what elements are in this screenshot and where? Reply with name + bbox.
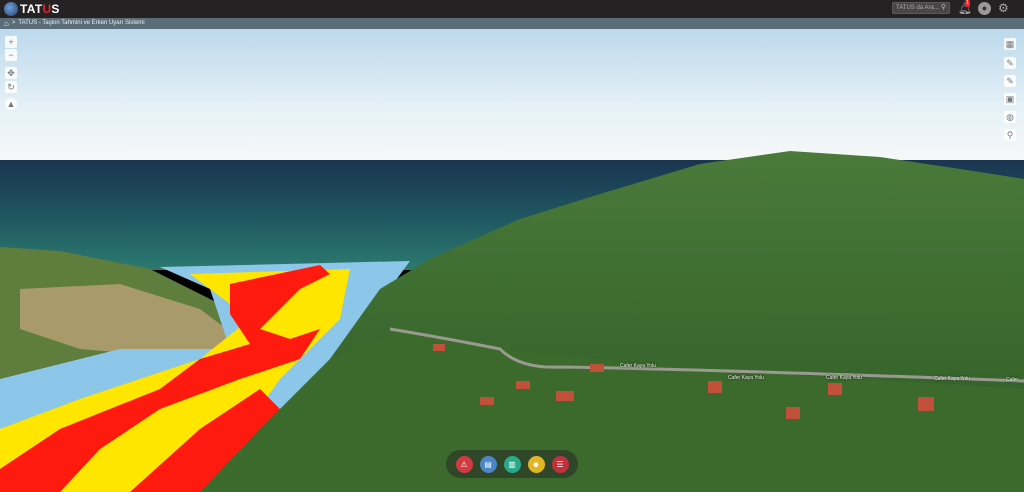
pan-icon[interactable]: ✥ <box>5 67 17 79</box>
terrain-scene <box>0 29 1024 492</box>
top-bar: TATUS TATUS da Ara... ⚲ 🔔︎ 1 ● ⚙ <box>0 0 1024 18</box>
road-label: Cafer Kaya Yolu <box>934 376 970 382</box>
globe-icon[interactable]: ◍ <box>1004 111 1016 123</box>
home-icon[interactable]: ⌂ <box>4 18 9 29</box>
document-icon[interactable]: ▤ <box>479 455 497 473</box>
search-icon[interactable]: ⚲ <box>941 3 946 13</box>
globe-logo-icon <box>4 2 18 16</box>
alert-icon[interactable]: ⚠ <box>455 455 473 473</box>
file-icon[interactable]: ▥ <box>503 455 521 473</box>
compass-icon[interactable]: ▲ <box>5 98 17 110</box>
search-input[interactable]: TATUS da Ara... ⚲ <box>892 2 950 14</box>
zoom-in-button[interactable]: + <box>5 36 17 48</box>
basemap-icon[interactable]: ▦ <box>1004 38 1016 50</box>
draw-polygon-icon[interactable]: ✎ <box>1004 75 1016 87</box>
sky <box>0 29 1024 161</box>
settings-gear-icon[interactable]: ⚙ <box>998 1 1009 15</box>
road-label: Cafer Kaya Yolu <box>620 363 656 369</box>
notification-badge: 1 <box>965 0 970 7</box>
breadcrumb-title[interactable]: TATUS - Taşkın Tahmini ve Erken Uyarı Si… <box>18 18 144 29</box>
logo-text: TATUS <box>20 2 60 16</box>
location-pin-icon[interactable]: ⚲ <box>1004 129 1016 141</box>
road-label: Cafer Kaya Yolu <box>728 375 764 381</box>
report-icon[interactable]: ▣ <box>1004 93 1016 105</box>
bottom-toolbar: ⚠ ▤ ▥ ☻ ☰ <box>446 450 578 478</box>
road-label: Cafer <box>1006 377 1019 383</box>
breadcrumb-separator: > <box>11 20 16 26</box>
rotate-icon[interactable]: ↻ <box>5 81 17 93</box>
breadcrumb: ⌂ > TATUS - Taşkın Tahmini ve Erken Uyar… <box>0 18 1024 29</box>
users-icon[interactable]: ☻ <box>527 455 545 473</box>
3d-map-view[interactable]: Cafer Kaya Yolu Cafer Kaya Yolu Cafer Ka… <box>0 29 1024 492</box>
list-icon[interactable]: ☰ <box>551 455 569 473</box>
user-avatar-icon[interactable]: ● <box>978 2 991 15</box>
logo[interactable]: TATUS <box>4 2 60 16</box>
zoom-out-button[interactable]: − <box>5 49 17 61</box>
draw-line-icon[interactable]: ✎ <box>1004 57 1016 69</box>
road-label: Cafer Kaya Yolu <box>826 375 862 381</box>
